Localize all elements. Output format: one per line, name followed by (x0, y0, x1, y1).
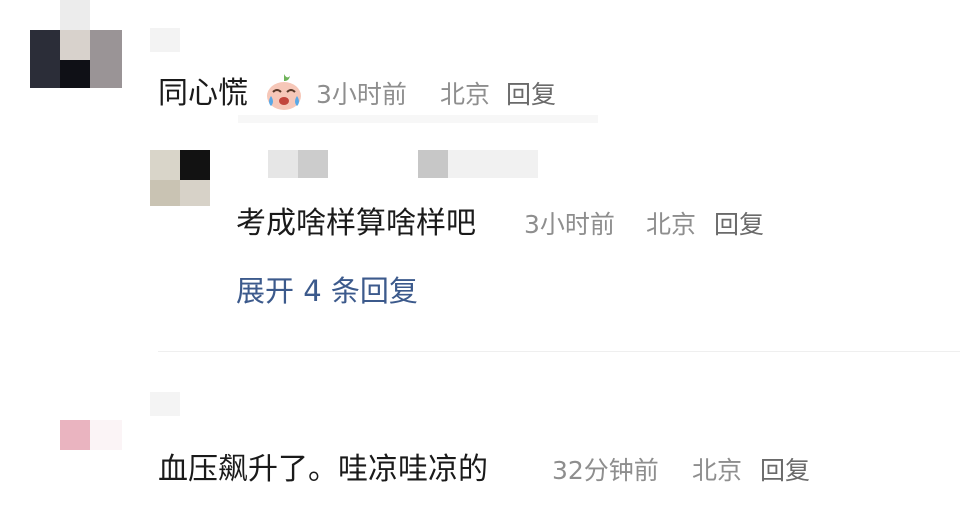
comment-location: 北京 (440, 80, 491, 109)
comment-text: 血压飙升了。哇凉哇凉的 (158, 452, 488, 487)
reply-button[interactable]: 回复 (506, 82, 556, 107)
reply-reply-button[interactable]: 回复 (714, 212, 764, 237)
reply-button[interactable]: 回复 (760, 458, 810, 483)
reply-location: 北京 (646, 210, 697, 239)
comment-location: 北京 (692, 456, 743, 485)
comment-time: 32分钟前 (552, 456, 659, 485)
reply-username-blurred-part (298, 150, 328, 178)
reply-text: 考成啥样算啥样吧 (236, 206, 476, 241)
reply-target-blurred-part (448, 150, 538, 178)
username-blurred[interactable] (150, 28, 180, 52)
reply-target-blurred (418, 150, 448, 178)
crying-laughing-emoji-icon (267, 74, 301, 110)
reply-username-blurred[interactable] (268, 150, 298, 178)
avatar[interactable] (60, 420, 90, 450)
username-blurred[interactable] (150, 392, 180, 416)
comment-text: 同心慌 (158, 76, 248, 111)
reply-avatar[interactable] (150, 150, 210, 206)
comment-time: 3小时前 (316, 80, 407, 109)
expand-replies-link[interactable]: 展开 4 条回复 (236, 277, 418, 306)
reply-time: 3小时前 (524, 210, 615, 239)
avatar[interactable] (30, 0, 122, 88)
avatar-blur (90, 420, 122, 450)
divider (158, 351, 960, 352)
blur-artifact (238, 115, 598, 123)
